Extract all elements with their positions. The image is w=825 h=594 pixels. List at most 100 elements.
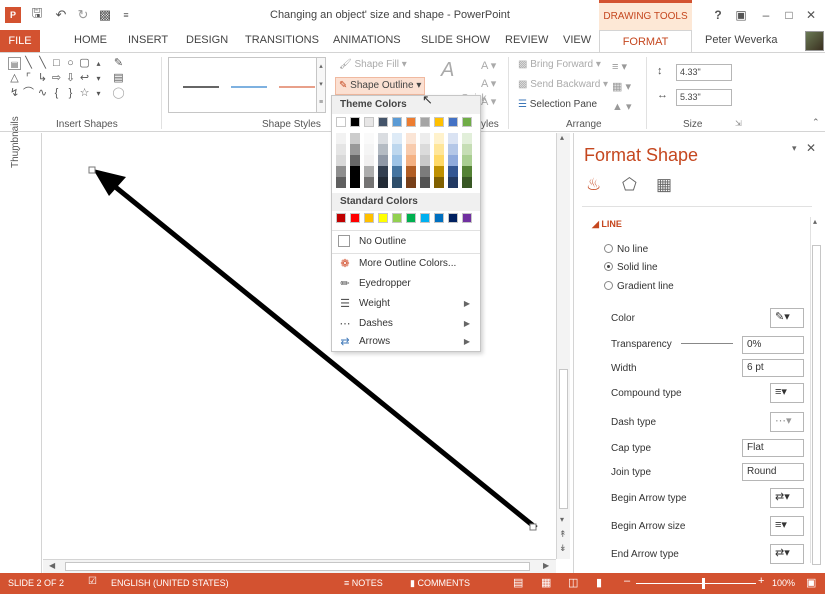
theme-shade-swatch[interactable]: [392, 155, 402, 166]
shapes-more-icon[interactable]: ▾: [92, 87, 105, 100]
tab-transitions[interactable]: TRANSITIONS: [245, 34, 319, 46]
begin-arrow-size-button[interactable]: ≡▾: [770, 516, 804, 536]
maximize-icon[interactable]: □: [779, 5, 799, 25]
theme-shade-swatch[interactable]: [378, 133, 388, 144]
minimize-icon[interactable]: –: [756, 5, 776, 25]
standard-color-swatch[interactable]: [406, 213, 416, 223]
more-outline-colors-item[interactable]: ❁ More Outline Colors...: [332, 254, 480, 274]
gradient-line-radio[interactable]: Gradient line: [604, 281, 674, 292]
theme-shade-swatch[interactable]: [350, 144, 360, 155]
theme-shade-swatch[interactable]: [350, 166, 360, 177]
theme-color-swatch[interactable]: [336, 117, 346, 127]
begin-arrow-type-button[interactable]: ⇄▾: [770, 488, 804, 508]
style-blue-line[interactable]: [231, 86, 267, 88]
oval-shape-icon[interactable]: ○: [64, 57, 77, 70]
tab-design[interactable]: DESIGN: [186, 34, 228, 46]
horizontal-scroll-thumb[interactable]: [65, 562, 530, 571]
theme-shade-swatch[interactable]: [406, 144, 416, 155]
tab-animations[interactable]: ANIMATIONS: [333, 34, 401, 46]
theme-shade-swatch[interactable]: [336, 177, 346, 188]
zoom-in-icon[interactable]: +: [758, 575, 764, 587]
theme-color-swatch[interactable]: [420, 117, 430, 127]
cap-type-select[interactable]: Flat: [742, 439, 804, 457]
line2-shape-icon[interactable]: ╲: [36, 57, 49, 70]
draw-text-box-icon[interactable]: ▤: [112, 72, 125, 85]
solid-line-radio[interactable]: Solid line: [604, 262, 658, 273]
avatar[interactable]: [805, 31, 824, 51]
theme-shade-swatch[interactable]: [420, 144, 430, 155]
user-name[interactable]: Peter Weverka: [705, 34, 778, 46]
wordart-a-icon[interactable]: A: [441, 59, 454, 82]
zoom-slider[interactable]: [636, 583, 756, 584]
zoom-level[interactable]: 100%: [772, 578, 795, 588]
theme-color-swatch[interactable]: [406, 117, 416, 127]
pane-scroll-up-icon[interactable]: ▴: [813, 217, 817, 226]
scroll-right-icon[interactable]: ▶: [543, 561, 549, 570]
tab-view[interactable]: VIEW: [563, 34, 591, 46]
shapes-scroll-down-icon[interactable]: ▾: [92, 72, 105, 85]
theme-shade-swatch[interactable]: [378, 177, 388, 188]
theme-shade-swatch[interactable]: [336, 133, 346, 144]
theme-shade-swatch[interactable]: [420, 133, 430, 144]
undo-icon[interactable]: ↶: [52, 6, 70, 24]
next-slide-icon[interactable]: ↡: [559, 543, 567, 554]
standard-color-swatch[interactable]: [378, 213, 388, 223]
standard-color-swatch[interactable]: [462, 213, 472, 223]
vertical-scrollbar[interactable]: ▴ ▾ ↟ ↡: [556, 133, 570, 559]
close-icon[interactable]: ✕: [801, 5, 821, 25]
shape-styles-gallery[interactable]: [168, 57, 326, 113]
closing-brace-shape-icon[interactable]: }: [64, 87, 77, 100]
theme-shade-swatch[interactable]: [448, 144, 458, 155]
vertical-scroll-thumb[interactable]: [559, 369, 568, 509]
line-section-header[interactable]: ◢ LINE: [592, 219, 622, 230]
shape-height-input[interactable]: 4.33": [676, 64, 732, 81]
theme-shade-swatch[interactable]: [448, 133, 458, 144]
tab-slide-show[interactable]: SLIDE SHOW: [421, 34, 490, 46]
right-arrow-shape-icon[interactable]: ⇨: [50, 72, 63, 85]
theme-shade-swatch[interactable]: [350, 177, 360, 188]
theme-shade-swatch[interactable]: [350, 133, 360, 144]
size-dialog-launcher-icon[interactable]: ⇲: [735, 119, 742, 128]
theme-shade-swatch[interactable]: [420, 166, 430, 177]
scroll-up-icon[interactable]: ▴: [560, 133, 564, 142]
slide-canvas[interactable]: [43, 133, 570, 559]
fit-slide-icon[interactable]: ▣: [806, 576, 816, 589]
color-picker-button[interactable]: ✎▾: [770, 308, 804, 328]
slide-show-icon[interactable]: ▮: [596, 576, 602, 589]
end-arrow-type-button[interactable]: ⇄▾: [770, 544, 804, 564]
theme-shade-swatch[interactable]: [364, 155, 374, 166]
theme-shade-swatch[interactable]: [336, 166, 346, 177]
theme-shade-swatch[interactable]: [350, 155, 360, 166]
previous-slide-icon[interactable]: ↟: [559, 529, 567, 540]
arrow-shape[interactable]: [43, 133, 570, 559]
style-dark-line[interactable]: [183, 86, 219, 88]
theme-shade-swatch[interactable]: [462, 133, 472, 144]
rounded-rectangle-shape-icon[interactable]: ▢: [78, 57, 91, 70]
theme-shade-swatch[interactable]: [392, 144, 402, 155]
dash-type-button[interactable]: ⋯▾: [770, 412, 804, 432]
collapse-ribbon-icon[interactable]: ⌃: [812, 117, 820, 128]
theme-shade-swatch[interactable]: [364, 177, 374, 188]
end-handle[interactable]: [529, 523, 537, 531]
weight-item[interactable]: ☰ Weight ▶: [332, 294, 480, 314]
curve-shape-icon[interactable]: ∿: [36, 87, 49, 100]
theme-color-swatch[interactable]: [434, 117, 444, 127]
standard-color-swatch[interactable]: [448, 213, 458, 223]
compound-type-button[interactable]: ≡▾: [770, 383, 804, 403]
elbow-connector-shape-icon[interactable]: ↳: [36, 72, 49, 85]
styles-scroll[interactable]: ▴ ▾ ≡: [316, 57, 326, 113]
brace-shape-icon[interactable]: {: [50, 87, 63, 100]
standard-color-swatch[interactable]: [434, 213, 444, 223]
theme-shade-swatch[interactable]: [364, 144, 374, 155]
transparency-input[interactable]: 0%: [742, 336, 804, 354]
theme-color-swatch[interactable]: [378, 117, 388, 127]
rectangle-shape-icon[interactable]: □: [50, 57, 63, 70]
bring-forward-button[interactable]: ▩ Bring Forward ▾: [518, 59, 601, 70]
arc-shape-icon[interactable]: ⌒: [22, 87, 35, 100]
shapes-scroll-up-icon[interactable]: ▴: [92, 57, 105, 70]
language-indicator[interactable]: ENGLISH (UNITED STATES): [111, 578, 229, 588]
theme-shade-swatch[interactable]: [336, 144, 346, 155]
theme-shade-swatch[interactable]: [434, 166, 444, 177]
theme-shade-swatch[interactable]: [406, 155, 416, 166]
theme-shade-swatch[interactable]: [378, 166, 388, 177]
